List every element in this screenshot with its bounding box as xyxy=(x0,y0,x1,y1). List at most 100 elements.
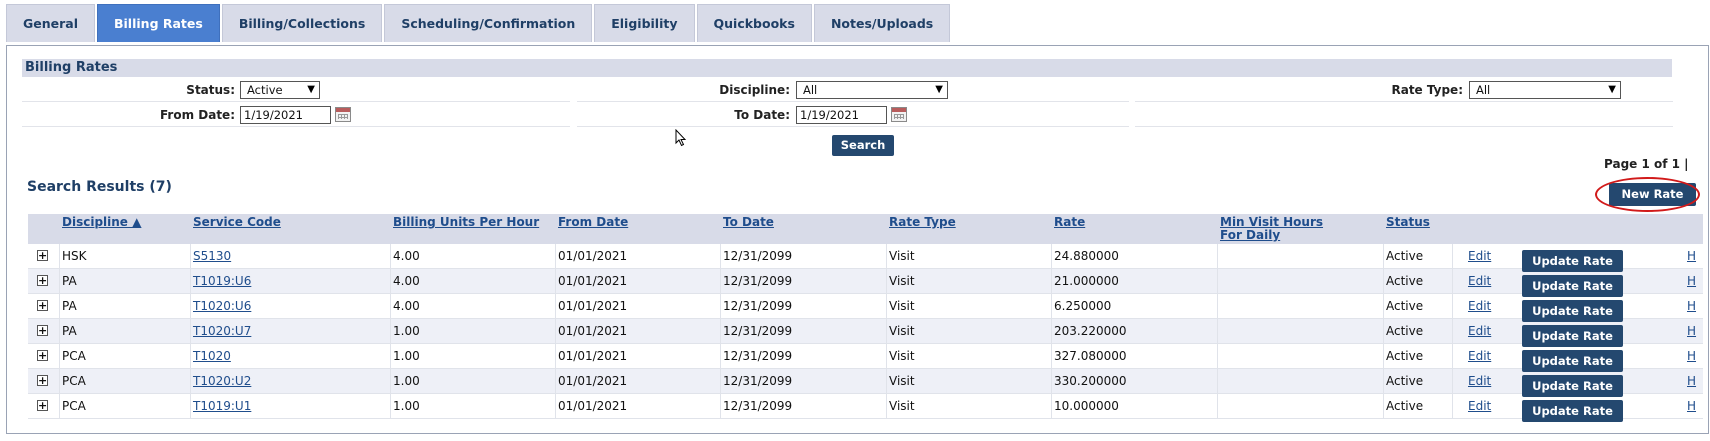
cell-divider xyxy=(1452,269,1453,294)
update-rate-button[interactable]: Update Rate xyxy=(1522,250,1623,272)
cell-divider xyxy=(390,319,391,344)
cell-service-code-link[interactable]: T1020:U2 xyxy=(193,369,251,394)
expand-row-icon[interactable]: + xyxy=(37,275,48,286)
col-service-code[interactable]: Service Code xyxy=(193,216,281,229)
tab-notes-uploads[interactable]: Notes/Uploads xyxy=(813,4,951,42)
expand-row-icon[interactable]: + xyxy=(37,375,48,386)
cell-service-code-link[interactable]: S5130 xyxy=(193,244,231,269)
update-rate-button[interactable]: Update Rate xyxy=(1522,325,1623,347)
search-button[interactable]: Search xyxy=(832,135,894,156)
cell-to-date: 12/31/2099 xyxy=(723,374,793,388)
cell-from-date: 01/01/2021 xyxy=(558,249,628,263)
cell-divider xyxy=(720,319,721,344)
cell-divider xyxy=(1217,294,1218,319)
expand-row-icon[interactable]: + xyxy=(37,250,48,261)
cell-divider xyxy=(1383,244,1384,269)
cell-divider xyxy=(1051,344,1052,369)
col-billing-units[interactable]: Billing Units Per Hour xyxy=(393,216,539,229)
history-link[interactable]: H xyxy=(1687,369,1696,394)
tab-billing-rates[interactable]: Billing Rates xyxy=(97,4,220,42)
chevron-down-icon: ▼ xyxy=(307,84,315,95)
cell-divider xyxy=(190,394,191,419)
cell-divider xyxy=(555,344,556,369)
cell-to-date: 12/31/2099 xyxy=(723,349,793,363)
calendar-icon[interactable] xyxy=(335,107,351,122)
tab-billing-collections[interactable]: Billing/Collections xyxy=(221,4,383,42)
cell-divider xyxy=(1217,319,1218,344)
table-row: + PA T1020:U6 4.00 01/01/2021 12/31/2099 Visit… xyxy=(28,294,1703,322)
update-rate-button[interactable]: Update Rate xyxy=(1522,275,1623,297)
from-date-input[interactable]: 1/19/2021 xyxy=(240,106,331,124)
edit-link[interactable]: Edit xyxy=(1468,344,1491,369)
cell-divider xyxy=(886,244,887,269)
to-date-label: To Date: xyxy=(734,108,790,122)
edit-link[interactable]: Edit xyxy=(1468,369,1491,394)
expand-row-icon[interactable]: + xyxy=(37,400,48,411)
results-title: Search Results (7) xyxy=(27,179,172,195)
col-discipline[interactable]: Discipline ▲ xyxy=(62,216,141,229)
history-link[interactable]: H xyxy=(1687,244,1696,269)
col-min-visit-hours[interactable]: Min Visit Hours For Daily xyxy=(1220,216,1323,242)
edit-link[interactable]: Edit xyxy=(1468,244,1491,269)
history-link[interactable]: H xyxy=(1687,344,1696,369)
to-date-input[interactable]: 1/19/2021 xyxy=(796,106,887,124)
history-link[interactable]: H xyxy=(1687,269,1696,294)
expand-row-icon[interactable]: + xyxy=(37,350,48,361)
tab-eligibility[interactable]: Eligibility xyxy=(594,4,695,42)
edit-link[interactable]: Edit xyxy=(1468,319,1491,344)
cell-service-code-link[interactable]: T1020:U7 xyxy=(193,319,251,344)
cell-status: Active xyxy=(1386,249,1424,263)
cell-to-date: 12/31/2099 xyxy=(723,399,793,413)
table-row: + PCA T1020:U2 1.00 01/01/2021 12/31/2099 Visi… xyxy=(28,369,1703,397)
divider xyxy=(22,101,570,102)
cell-rate: 6.250000 xyxy=(1054,299,1112,313)
edit-link[interactable]: Edit xyxy=(1468,294,1491,319)
cell-service-code-link[interactable]: T1019:U6 xyxy=(193,269,251,294)
cell-to-date: 12/31/2099 xyxy=(723,249,793,263)
cell-divider xyxy=(1383,344,1384,369)
update-rate-button[interactable]: Update Rate xyxy=(1522,375,1623,397)
table-row: + HSK S5130 4.00 01/01/2021 12/31/2099 Visit 24… xyxy=(28,244,1703,272)
col-from-date[interactable]: From Date xyxy=(558,216,628,229)
cell-status: Active xyxy=(1386,274,1424,288)
cell-service-code-link[interactable]: T1019:U1 xyxy=(193,394,251,419)
edit-link[interactable]: Edit xyxy=(1468,269,1491,294)
history-link[interactable]: H xyxy=(1687,294,1696,319)
discipline-select[interactable]: All ▼ xyxy=(796,81,948,99)
tab-scheduling-confirmation[interactable]: Scheduling/Confirmation xyxy=(384,4,593,42)
calendar-icon[interactable] xyxy=(891,107,907,122)
cell-divider xyxy=(1452,294,1453,319)
expand-row-icon[interactable]: + xyxy=(37,325,48,336)
col-status[interactable]: Status xyxy=(1386,216,1430,229)
cell-divider xyxy=(1051,394,1052,419)
history-link[interactable]: H xyxy=(1687,394,1696,419)
update-rate-button[interactable]: Update Rate xyxy=(1522,300,1623,322)
cell-divider xyxy=(720,244,721,269)
edit-link[interactable]: Edit xyxy=(1468,394,1491,419)
status-select[interactable]: Active ▼ xyxy=(240,81,320,99)
cell-divider xyxy=(390,369,391,394)
cell-divider xyxy=(886,269,887,294)
col-rate-type[interactable]: Rate Type xyxy=(889,216,956,229)
cell-billing-units: 4.00 xyxy=(393,299,420,313)
cell-billing-units: 4.00 xyxy=(393,249,420,263)
cell-discipline: PA xyxy=(62,324,77,338)
col-to-date[interactable]: To Date xyxy=(723,216,774,229)
update-rate-button[interactable]: Update Rate xyxy=(1522,350,1623,372)
cell-billing-units: 1.00 xyxy=(393,399,420,413)
tab-general[interactable]: General xyxy=(6,4,95,42)
cell-rate: 24.880000 xyxy=(1054,249,1119,263)
cell-discipline: HSK xyxy=(62,249,87,263)
cell-billing-units: 4.00 xyxy=(393,274,420,288)
table-row: + PCA T1019:U1 1.00 01/01/2021 12/31/2099 Visi… xyxy=(28,394,1703,422)
update-rate-button[interactable]: Update Rate xyxy=(1522,400,1623,422)
cell-service-code-link[interactable]: T1020 xyxy=(193,344,231,369)
cell-billing-units: 1.00 xyxy=(393,374,420,388)
cell-service-code-link[interactable]: T1020:U6 xyxy=(193,294,251,319)
tab-quickbooks[interactable]: Quickbooks xyxy=(696,4,812,42)
col-rate[interactable]: Rate xyxy=(1054,216,1085,229)
cell-rate: 203.220000 xyxy=(1054,324,1127,338)
rate-type-select[interactable]: All ▼ xyxy=(1469,81,1621,99)
history-link[interactable]: H xyxy=(1687,319,1696,344)
expand-row-icon[interactable]: + xyxy=(37,300,48,311)
